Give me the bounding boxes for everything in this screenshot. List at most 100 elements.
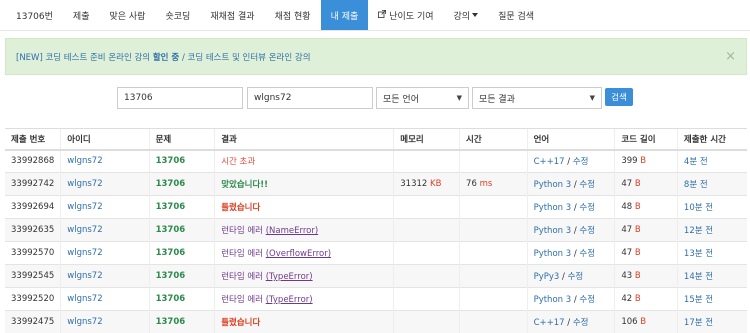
result-label: 틀렸습니다 [221, 203, 261, 213]
problem-cell[interactable]: 13706 [148, 195, 215, 219]
problem-cell[interactable]: 13706 [148, 241, 215, 265]
submitted-time-cell[interactable]: 13분 전 [676, 241, 747, 265]
user-link[interactable]: wlgns72 [67, 248, 102, 258]
result-detail-link[interactable]: (TypeError) [266, 295, 313, 305]
submitted-time-link[interactable]: 8분 전 [684, 180, 708, 190]
user-link[interactable]: wlgns72 [67, 317, 102, 327]
result-cell[interactable]: 런타임 에러 (NameError) [214, 218, 394, 242]
language-link[interactable]: C++17 [534, 318, 565, 328]
problem-link[interactable]: 13706 [156, 317, 186, 327]
edit-link[interactable]: 수정 [579, 226, 595, 236]
submitted-time-cell[interactable]: 17분 전 [676, 310, 747, 333]
result-text[interactable]: 런타임 에러 (TypeError) [221, 272, 312, 282]
nav-item-status[interactable]: 채점 현황 [265, 0, 321, 30]
result-text[interactable]: 런타임 에러 (OverflowError) [221, 249, 331, 259]
submitted-time-cell[interactable]: 8분 전 [676, 172, 747, 196]
submitted-time-link[interactable]: 15분 전 [684, 295, 713, 305]
user-cell[interactable]: wlgns72 [60, 218, 150, 242]
language-select-value: 모든 언어 [383, 94, 419, 105]
edit-link[interactable]: 수정 [573, 157, 589, 167]
submitted-time-cell[interactable]: 15분 전 [676, 287, 747, 311]
nav-item-submit[interactable]: 제출 [63, 0, 100, 30]
column-header: 메모리 [393, 128, 460, 151]
submitted-time-link[interactable]: 12분 전 [684, 226, 713, 236]
user-id-input[interactable] [247, 87, 373, 109]
problem-link[interactable]: 13706 [156, 271, 186, 281]
user-cell[interactable]: wlgns72 [60, 195, 150, 219]
submitted-time-cell[interactable]: 10분 전 [676, 195, 747, 219]
problem-cell[interactable]: 13706 [148, 310, 215, 333]
submitted-time-cell[interactable]: 12분 전 [676, 218, 747, 242]
problem-cell[interactable]: 13706 [148, 218, 215, 242]
language-select[interactable]: 모든 언어 ▼ [376, 87, 469, 109]
problem-link[interactable]: 13706 [156, 202, 186, 212]
problem-cell[interactable]: 13706 [148, 149, 215, 173]
problem-id-input[interactable] [117, 87, 243, 109]
result-detail-link[interactable]: (NameError) [266, 226, 318, 236]
nav-item-short-coding[interactable]: 숏코딩 [155, 0, 200, 30]
user-cell[interactable]: wlgns72 [60, 241, 150, 265]
user-link[interactable]: wlgns72 [67, 294, 102, 304]
user-link[interactable]: wlgns72 [67, 179, 102, 189]
language-link[interactable]: Python 3 [534, 249, 572, 259]
language-link[interactable]: PyPy3 [534, 272, 560, 282]
result-detail-link[interactable]: (TypeError) [266, 272, 313, 282]
user-link[interactable]: wlgns72 [67, 202, 102, 212]
user-cell[interactable]: wlgns72 [60, 287, 150, 311]
user-cell[interactable]: wlgns72 [60, 310, 150, 333]
edit-link[interactable]: 수정 [579, 203, 595, 213]
submitted-time-link[interactable]: 14분 전 [684, 272, 713, 282]
problem-link[interactable]: 13706 [156, 156, 186, 166]
result-cell[interactable]: 런타임 에러 (TypeError) [214, 264, 394, 288]
submitted-time-link[interactable]: 17분 전 [684, 318, 713, 328]
user-link[interactable]: wlgns72 [67, 156, 102, 166]
problem-cell[interactable]: 13706 [148, 172, 215, 196]
edit-link[interactable]: 수정 [579, 295, 595, 305]
nav-item-question-search[interactable]: 질문 검색 [488, 0, 544, 30]
nav-label: 난이도 기여 [389, 11, 434, 22]
result-text[interactable]: 런타임 에러 (NameError) [221, 226, 318, 236]
user-cell[interactable]: wlgns72 [60, 264, 150, 288]
user-link[interactable]: wlgns72 [67, 271, 102, 281]
nav-item-solvers[interactable]: 맞은 사람 [99, 0, 155, 30]
user-link[interactable]: wlgns72 [67, 225, 102, 235]
nav-item-rejudge[interactable]: 재채점 결과 [200, 0, 264, 30]
nav-item-difficulty[interactable]: 난이도 기여 [368, 0, 443, 30]
language-link[interactable]: Python 3 [534, 203, 572, 213]
submitted-time-cell[interactable]: 14분 전 [676, 264, 747, 288]
result-cell[interactable]: 런타임 에러 (TypeError) [214, 287, 394, 311]
result-cell[interactable]: 런타임 에러 (OverflowError) [214, 241, 394, 265]
nav-item-problem[interactable]: 13706번 [0, 0, 63, 30]
result-select[interactable]: 모든 결과 ▼ [472, 87, 602, 109]
language-link[interactable]: Python 3 [534, 295, 572, 305]
close-icon[interactable]: × [725, 49, 736, 64]
problem-link[interactable]: 13706 [156, 225, 186, 235]
edit-link[interactable]: 수정 [573, 318, 589, 328]
nav-item-my-submissions[interactable]: 내 제출 [320, 0, 369, 30]
result-text[interactable]: 런타임 에러 (TypeError) [221, 295, 312, 305]
nav-item-lectures-dropdown[interactable]: 강의 [444, 0, 489, 30]
problem-link[interactable]: 13706 [156, 248, 186, 258]
language-link[interactable]: C++17 [534, 157, 565, 167]
promo-notice: [NEW] 코딩 테스트 준비 온라인 강의 할인 중 / 코딩 테스트 및 인… [5, 38, 747, 75]
edit-link[interactable]: 수정 [579, 180, 595, 190]
submitted-time-link[interactable]: 10분 전 [684, 203, 713, 213]
problem-link[interactable]: 13706 [156, 179, 186, 189]
edit-link[interactable]: 수정 [579, 249, 595, 259]
search-button[interactable]: 검색 [605, 88, 633, 106]
result-select-value: 모든 결과 [479, 94, 515, 105]
submitted-time-link[interactable]: 13분 전 [684, 249, 713, 259]
submitted-time-cell[interactable]: 4분 전 [676, 149, 747, 173]
user-cell[interactable]: wlgns72 [60, 149, 150, 173]
edit-link[interactable]: 수정 [568, 272, 584, 282]
language-link[interactable]: Python 3 [534, 180, 572, 190]
language-link[interactable]: Python 3 [534, 226, 572, 236]
problem-cell[interactable]: 13706 [148, 287, 215, 311]
problem-link[interactable]: 13706 [156, 294, 186, 304]
user-cell[interactable]: wlgns72 [60, 172, 150, 196]
problem-cell[interactable]: 13706 [148, 264, 215, 288]
submitted-time-link[interactable]: 4분 전 [684, 157, 708, 167]
notice-text[interactable]: [NEW] 코딩 테스트 준비 온라인 강의 할인 중 / 코딩 테스트 및 인… [16, 51, 311, 63]
result-detail-link[interactable]: (OverflowError) [266, 249, 331, 259]
language-cell: PyPy3 / 수정 [526, 264, 615, 288]
